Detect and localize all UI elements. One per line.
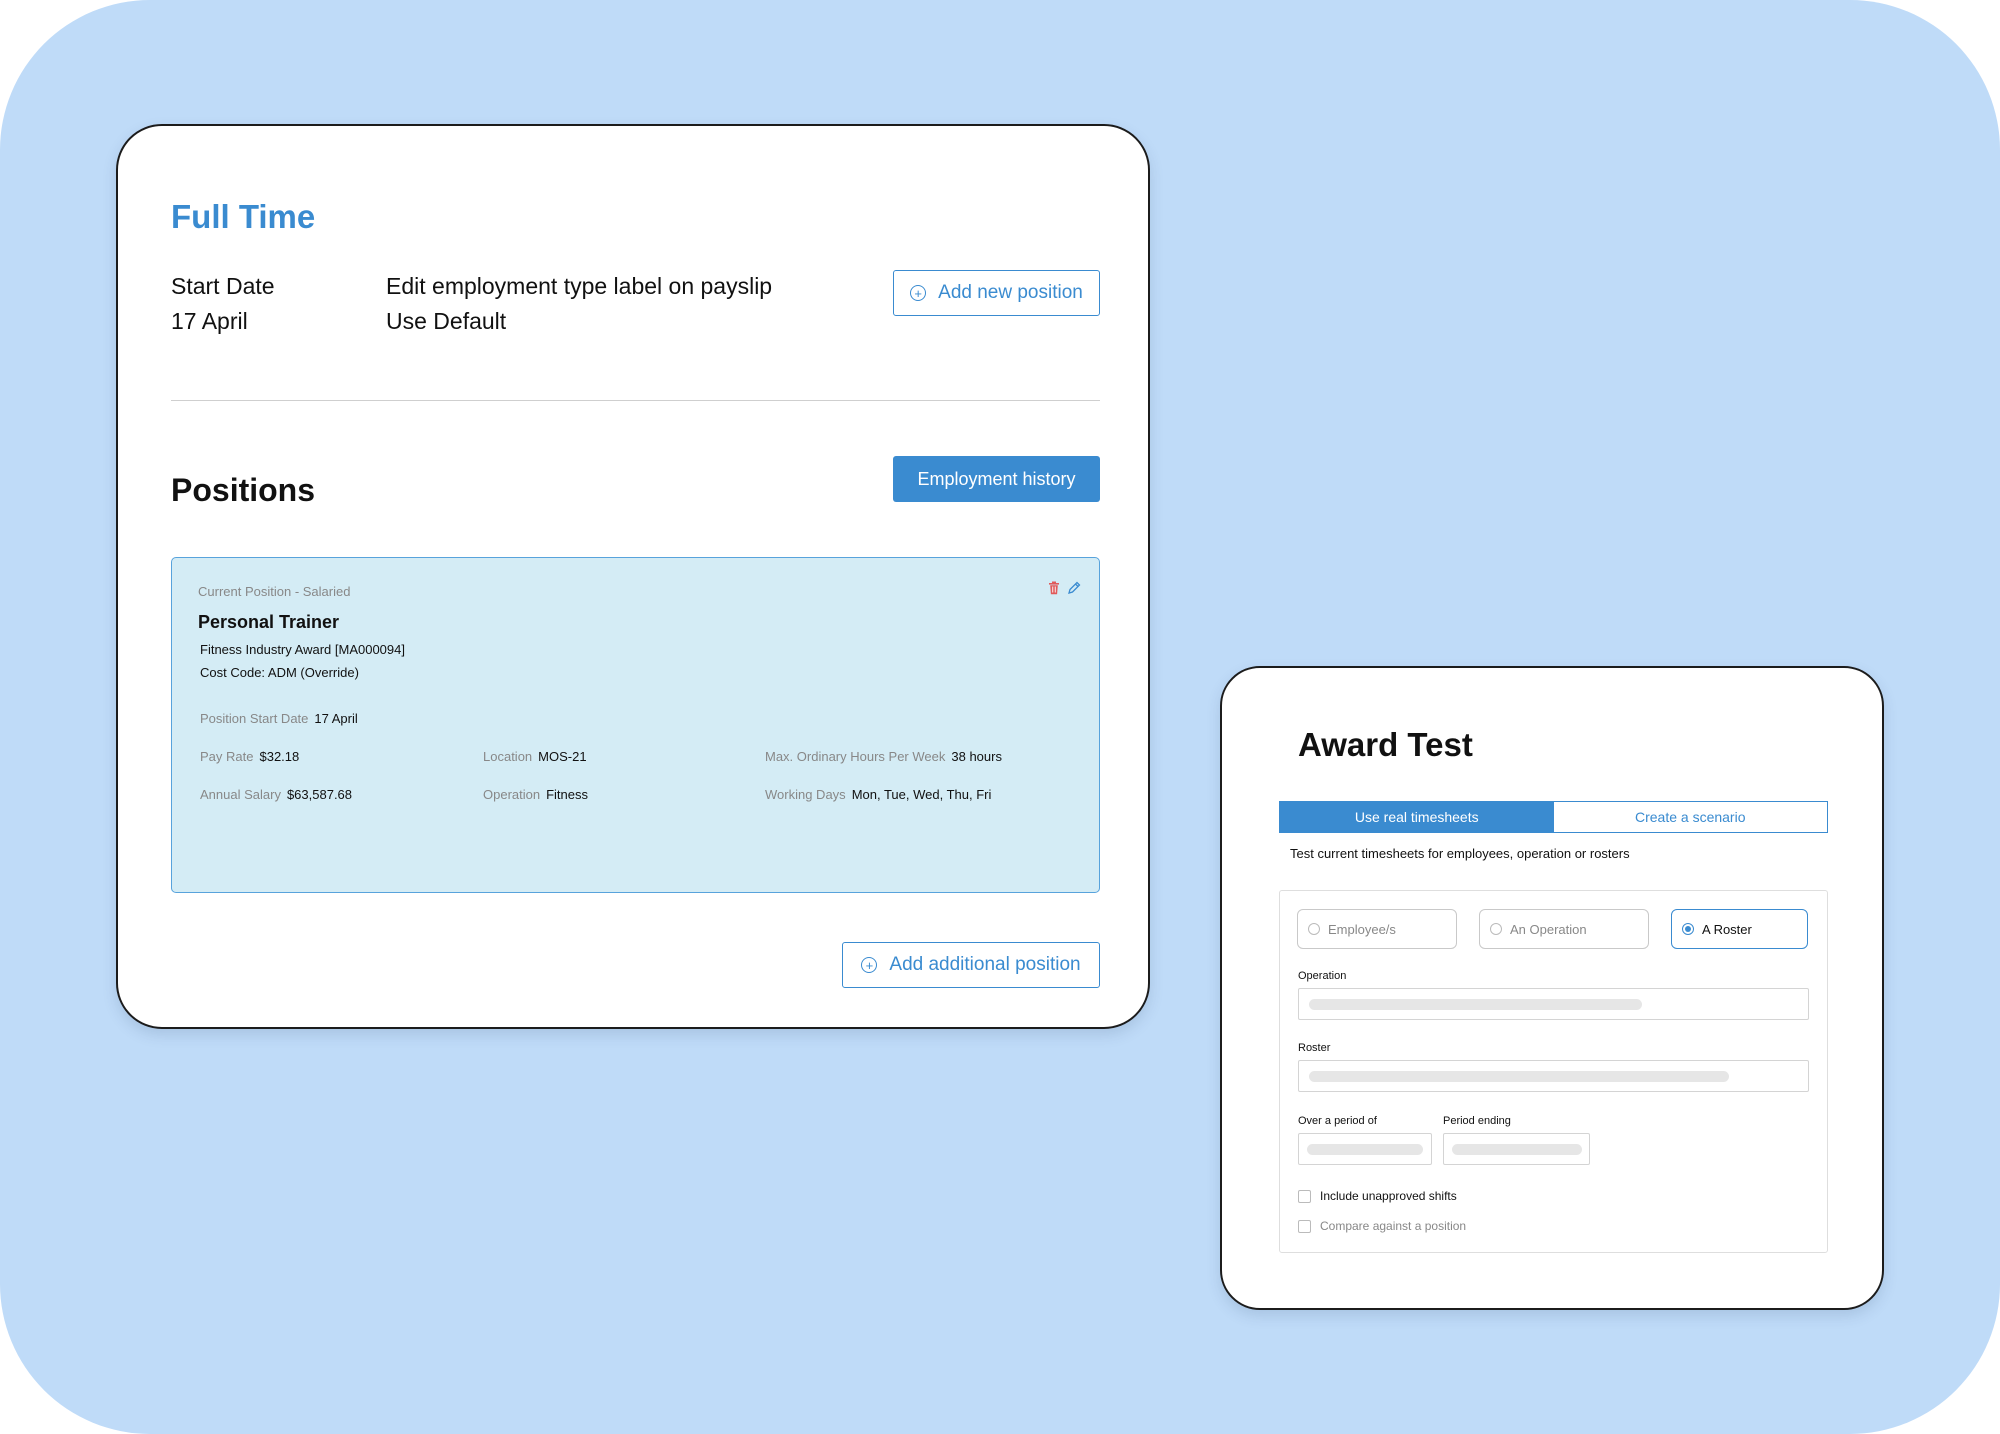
compare-position-label: Compare against a position <box>1320 1219 1467 1233</box>
award-test-card: Award Test Use real timesheets Create a … <box>1220 666 1884 1310</box>
include-unapproved-label: Include unapproved shifts <box>1320 1189 1457 1203</box>
radio-a-roster-label: A Roster <box>1702 921 1752 937</box>
operation-select[interactable] <box>1298 988 1809 1020</box>
working-days: Working Days Mon, Tue, Wed, Thu, Fri <box>765 787 991 802</box>
trash-icon[interactable] <box>1048 581 1060 595</box>
period-field-label: Over a period of <box>1298 1115 1377 1127</box>
position-award: Fitness Industry Award [MA000094] <box>200 642 405 657</box>
checkbox-include-unapproved[interactable] <box>1298 1189 1311 1203</box>
operation-value: Fitness <box>546 787 588 802</box>
add-additional-position-label: Add additional position <box>889 954 1081 975</box>
annual-salary: Annual Salary $63,587.68 <box>200 787 352 802</box>
pencil-icon[interactable] <box>1067 581 1081 595</box>
working-days-label: Working Days <box>765 787 846 802</box>
radio-selected-icon <box>1682 923 1694 935</box>
award-test-title: Award Test <box>1298 726 1473 763</box>
position-start-date-value: 17 April <box>314 711 358 726</box>
placeholder-bar <box>1452 1144 1582 1155</box>
max-hours: Max. Ordinary Hours Per Week 38 hours <box>765 749 1002 764</box>
max-hours-label: Max. Ordinary Hours Per Week <box>765 749 946 764</box>
roster-field-label: Roster <box>1298 1042 1331 1054</box>
period-ending-input[interactable] <box>1443 1133 1590 1165</box>
roster-select[interactable] <box>1298 1060 1809 1092</box>
payslip-value: Use Default <box>386 308 507 334</box>
positions-title: Positions <box>171 472 316 508</box>
operation-field-label: Operation <box>1298 970 1347 982</box>
working-days-value: Mon, Tue, Wed, Thu, Fri <box>851 787 992 802</box>
compare-position-row[interactable]: Compare against a position <box>1298 1219 1466 1233</box>
include-unapproved-row[interactable]: Include unapproved shifts <box>1298 1189 1457 1203</box>
plus-circle-icon: + <box>861 957 878 973</box>
tab-create-a-scenario[interactable]: Create a scenario <box>1553 802 1827 832</box>
add-additional-position-button[interactable]: + Add additional position <box>842 942 1100 988</box>
position-cost-code: Cost Code: ADM (Override) <box>200 665 359 680</box>
tab-use-real-timesheets[interactable]: Use real timesheets <box>1280 802 1554 832</box>
placeholder-bar <box>1307 1144 1423 1155</box>
radio-employees[interactable]: Employee/s <box>1297 909 1457 949</box>
employment-type-title: Full Time <box>171 198 316 235</box>
annual-salary-label: Annual Salary <box>200 787 281 802</box>
add-new-position-button[interactable]: + Add new position <box>893 270 1100 316</box>
position-start-date-label: Position Start Date <box>200 711 309 726</box>
award-test-form: Employee/s An Operation A Roster Operati… <box>1279 890 1828 1253</box>
award-test-description: Test current timesheets for employees, o… <box>1290 846 1630 861</box>
checkbox-compare-position[interactable] <box>1298 1219 1311 1233</box>
placeholder-bar <box>1309 1071 1729 1082</box>
radio-employees-label: Employee/s <box>1328 921 1396 937</box>
location-label: Location <box>483 749 533 764</box>
start-date-value: 17 April <box>171 308 248 334</box>
location-value: MOS-21 <box>538 749 587 764</box>
placeholder-bar <box>1309 999 1642 1010</box>
radio-circle-icon <box>1308 923 1320 935</box>
period-input[interactable] <box>1298 1133 1432 1165</box>
section-divider <box>171 400 1100 401</box>
radio-circle-icon <box>1490 923 1502 935</box>
plus-circle-icon: + <box>910 285 927 301</box>
pay-rate-value: $32.18 <box>259 749 300 764</box>
radio-an-operation[interactable]: An Operation <box>1479 909 1649 949</box>
period-ending-field-label: Period ending <box>1443 1115 1511 1127</box>
radio-a-roster[interactable]: A Roster <box>1671 909 1808 949</box>
annual-salary-value: $63,587.68 <box>286 787 353 802</box>
location: Location MOS-21 <box>483 749 587 764</box>
pay-rate-label: Pay Rate <box>200 749 254 764</box>
pay-rate: Pay Rate $32.18 <box>200 749 299 764</box>
current-position-card: Current Position - Salaried Personal Tra… <box>171 557 1100 893</box>
payslip-label: Edit employment type label on payslip <box>386 273 773 299</box>
start-date-label: Start Date <box>171 273 275 299</box>
position-header: Current Position - Salaried <box>198 584 351 599</box>
position-title: Personal Trainer <box>198 612 340 632</box>
employment-history-button[interactable]: Employment history <box>893 456 1100 502</box>
position-start-date: Position Start Date 17 April <box>200 711 358 726</box>
add-new-position-label: Add new position <box>938 282 1083 303</box>
operation-label: Operation <box>483 787 541 802</box>
max-hours-value: 38 hours <box>951 749 1002 764</box>
employment-card: Full Time Start Date 17 April Edit emplo… <box>116 124 1150 1029</box>
award-test-tabs: Use real timesheets Create a scenario <box>1279 801 1828 833</box>
radio-an-operation-label: An Operation <box>1510 921 1587 937</box>
operation: Operation Fitness <box>483 787 588 802</box>
